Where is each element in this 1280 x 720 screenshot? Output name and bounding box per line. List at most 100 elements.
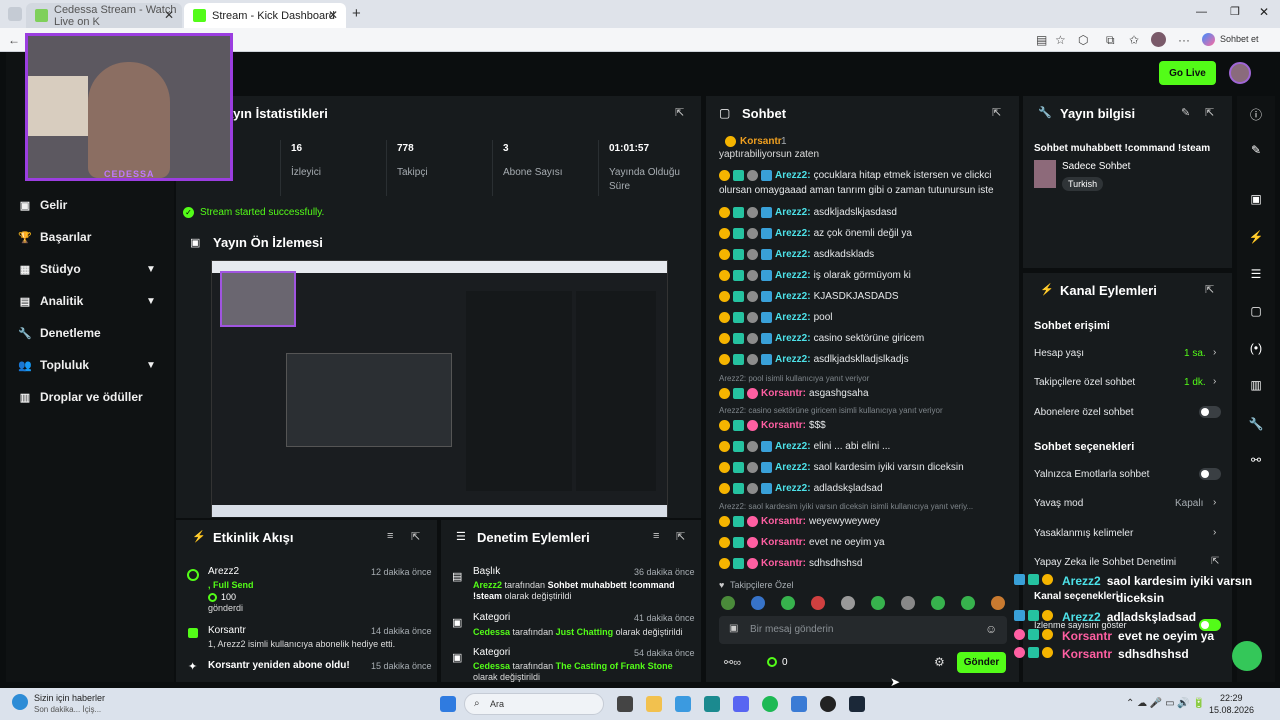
- chat-username[interactable]: Arezz2:: [775, 291, 811, 302]
- clock-date[interactable]: 15.08.2026: [1209, 705, 1254, 715]
- link-icon[interactable]: ⚯∞: [724, 656, 741, 669]
- chat-username[interactable]: Arezz2:: [775, 228, 811, 239]
- emote-icon[interactable]: [781, 596, 795, 610]
- sidebar-item-studyo[interactable]: ▦ Stüdyo ▼: [18, 259, 156, 279]
- panel-stats-icon[interactable]: ▣: [1237, 183, 1275, 215]
- steam-icon[interactable]: [849, 696, 865, 712]
- emote-icon[interactable]: [751, 596, 765, 610]
- popout-icon[interactable]: ⇱: [676, 530, 685, 543]
- activity-user[interactable]: Arezz2: [208, 566, 239, 577]
- go-live-button[interactable]: Go Live: [1159, 61, 1216, 85]
- maximize-icon[interactable]: ❐: [1230, 5, 1240, 18]
- emotes-only-toggle[interactable]: [1199, 468, 1221, 480]
- weather-icon[interactable]: [12, 694, 28, 710]
- send-button[interactable]: Gönder: [957, 652, 1006, 673]
- chat-username[interactable]: Korsantr:: [761, 558, 806, 569]
- chevron-right-icon[interactable]: ›: [1213, 527, 1216, 538]
- popout-icon[interactable]: ⇱: [411, 530, 420, 543]
- slow-mode-label[interactable]: Yavaş mod: [1034, 498, 1083, 509]
- copilot-label[interactable]: Sohbet et: [1220, 34, 1259, 44]
- sidebar-item-droplar[interactable]: ▥ Droplar ve ödüller: [18, 387, 143, 407]
- emote-icon[interactable]: [811, 596, 825, 610]
- copilot-icon[interactable]: [1202, 33, 1215, 46]
- chat-username[interactable]: Korsantr:: [761, 388, 806, 399]
- panel-tools-icon[interactable]: 🔧: [1237, 408, 1275, 440]
- chat-username[interactable]: Arezz2:: [775, 207, 811, 218]
- emote-icon[interactable]: [961, 596, 975, 610]
- chat-username[interactable]: Arezz2:: [775, 170, 811, 181]
- start-icon[interactable]: [440, 696, 456, 712]
- sidebar-item-topluluk[interactable]: 👥 Topluluk ▼: [18, 355, 156, 375]
- popout-icon[interactable]: ⇱: [992, 106, 1001, 119]
- news-subtitle[interactable]: Son dakika... İçiş...: [34, 705, 101, 714]
- user-avatar[interactable]: [1229, 62, 1251, 84]
- task-view-icon[interactable]: [617, 696, 633, 712]
- chat-username[interactable]: Arezz2:: [775, 333, 811, 344]
- tab-list-icon[interactable]: [8, 7, 22, 21]
- more-menu-icon[interactable]: ···: [1178, 33, 1190, 47]
- panel-mod-icon[interactable]: ☰: [1237, 258, 1275, 290]
- extension-icon[interactable]: ⬡: [1078, 33, 1088, 47]
- file-explorer-icon[interactable]: [646, 696, 662, 712]
- copilot-app-icon[interactable]: [675, 696, 691, 712]
- chat-username[interactable]: Arezz2:: [775, 441, 811, 452]
- minimize-icon[interactable]: —: [1196, 6, 1207, 18]
- panel-chat-icon[interactable]: ▢: [1237, 295, 1275, 327]
- activity-user[interactable]: Korsantr: [208, 625, 246, 636]
- tray-icons[interactable]: ⌃ ☁ 🎤 ▭ 🔊 🔋: [1126, 698, 1205, 709]
- followers-only-label[interactable]: Takipçilere özel sohbet: [1034, 377, 1135, 388]
- chevron-right-icon[interactable]: ›: [1213, 497, 1216, 508]
- chat-username[interactable]: Korsantr:: [761, 537, 806, 548]
- new-tab-icon[interactable]: +: [352, 5, 361, 22]
- popout-icon[interactable]: ⇱: [1205, 283, 1214, 296]
- followers-only-value[interactable]: 1 dk.: [1184, 377, 1206, 388]
- back-icon[interactable]: ←: [8, 33, 20, 47]
- pinned-user[interactable]: Korsantr: [740, 136, 782, 147]
- close-tab-icon[interactable]: ✕: [328, 8, 338, 22]
- sidebar-item-denetleme[interactable]: 🔧 Denetleme: [18, 323, 101, 343]
- external-link-icon[interactable]: ⇱: [1211, 556, 1219, 567]
- chat-username[interactable]: Korsantr:: [761, 516, 806, 527]
- chat-username[interactable]: Korsantr:: [761, 420, 806, 431]
- collections-icon[interactable]: ⧉: [1106, 33, 1115, 48]
- emote-icon[interactable]: [901, 596, 915, 610]
- settings-icon[interactable]: ⚙: [934, 655, 945, 669]
- ai-moderation-label[interactable]: Yapay Zeka ile Sohbet Denetimi: [1034, 557, 1176, 568]
- panel-share-icon[interactable]: ⚯: [1237, 444, 1275, 476]
- edge-icon[interactable]: [704, 696, 720, 712]
- chat-username[interactable]: Arezz2:: [775, 354, 811, 365]
- reader-icon[interactable]: ▤: [1036, 33, 1047, 47]
- info-icon[interactable]: ⓘ: [1237, 98, 1275, 130]
- discord-icon[interactable]: [733, 696, 749, 712]
- sidebar-item-basarilar[interactable]: 🏆 Başarılar: [18, 227, 91, 247]
- taskbar-search[interactable]: ⌕ Ara: [464, 693, 604, 715]
- chat-username[interactable]: Arezz2:: [775, 312, 811, 323]
- panel-api-icon[interactable]: (•): [1237, 332, 1275, 364]
- clock-time[interactable]: 22:29: [1220, 693, 1243, 703]
- close-window-icon[interactable]: ✕: [1259, 5, 1269, 19]
- emote-icon[interactable]: [841, 596, 855, 610]
- account-age-label[interactable]: Hesap yaşı: [1034, 348, 1084, 359]
- emoji-icon[interactable]: ☺: [985, 622, 997, 636]
- panel-activity-icon[interactable]: ⚡: [1237, 221, 1275, 253]
- favorite-icon[interactable]: ☆: [1055, 33, 1066, 47]
- chat-username[interactable]: Arezz2:: [775, 270, 811, 281]
- sidebar-item-gelir[interactable]: ▣ Gelir: [18, 195, 68, 215]
- edit-icon[interactable]: ✎: [1181, 106, 1190, 119]
- panel-preview-icon[interactable]: ▥: [1237, 369, 1275, 401]
- mod-user[interactable]: Arezz2: [473, 580, 502, 590]
- emote-icon[interactable]: [931, 596, 945, 610]
- news-title[interactable]: Sizin için haberler: [34, 693, 105, 703]
- profile-avatar[interactable]: [1151, 32, 1166, 47]
- emote-icon[interactable]: [991, 596, 1005, 610]
- chat-username[interactable]: Arezz2:: [775, 462, 811, 473]
- pencil-icon[interactable]: ✎: [1237, 134, 1275, 166]
- banned-words-label[interactable]: Yasaklanmış kelimeler: [1034, 528, 1133, 539]
- settings-app-icon[interactable]: [791, 696, 807, 712]
- sidebar-item-analitik[interactable]: ▤ Analitik ▼: [18, 291, 156, 311]
- account-age-value[interactable]: 1 sa.: [1184, 348, 1206, 359]
- mod-user[interactable]: Cedessa: [473, 627, 510, 637]
- chevron-right-icon[interactable]: ›: [1213, 347, 1216, 358]
- chat-input[interactable]: ▣ Bir mesaj gönderin ☺: [719, 616, 1007, 644]
- chat-username[interactable]: Arezz2:: [775, 483, 811, 494]
